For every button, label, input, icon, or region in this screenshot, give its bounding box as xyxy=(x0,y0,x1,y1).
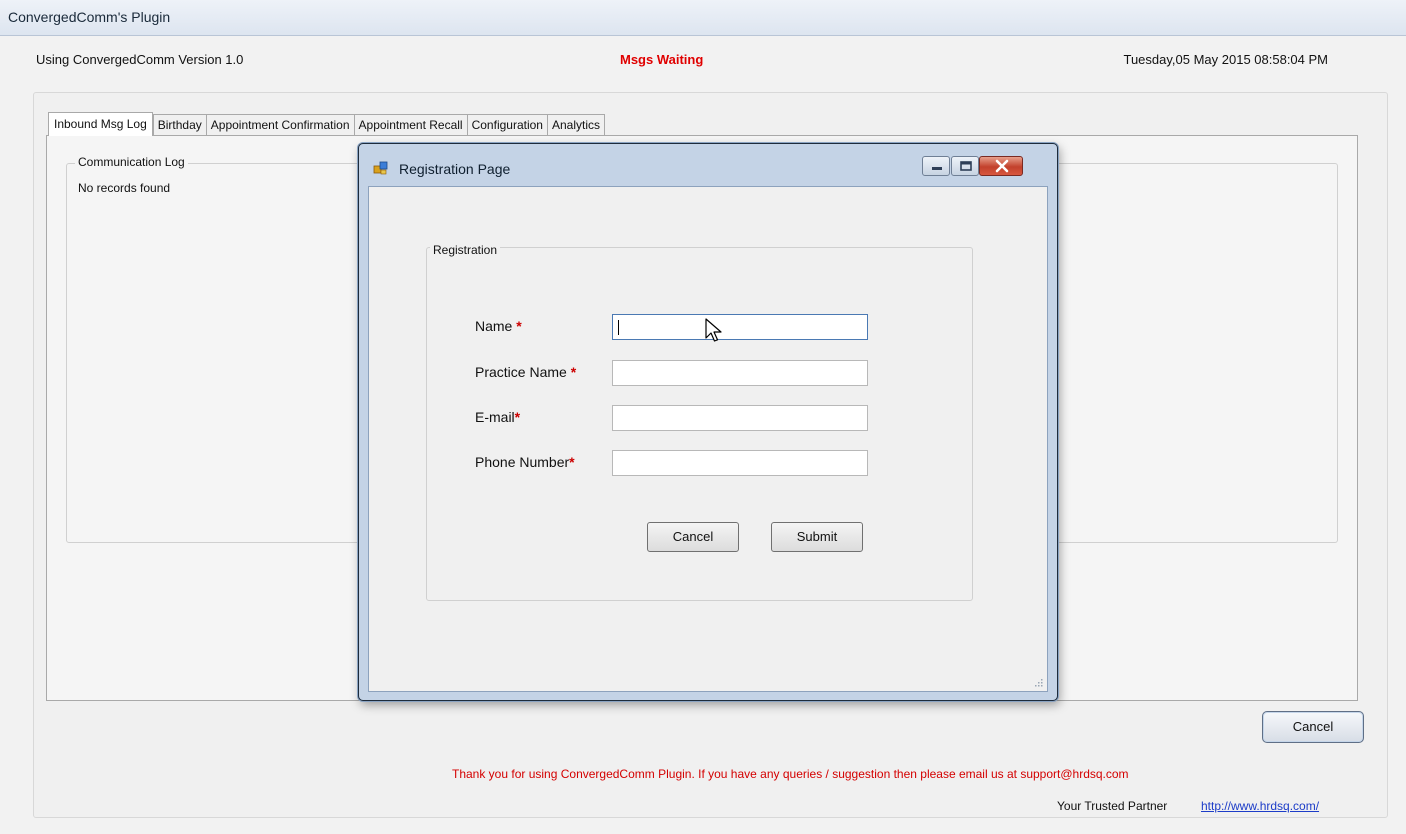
resize-grip-icon[interactable] xyxy=(1033,677,1043,687)
registration-dialog: Registration Page Registration Name * Pr… xyxy=(358,143,1058,701)
tab-appointment-confirmation[interactable]: Appointment Confirmation xyxy=(205,114,354,136)
email-label: E-mail* xyxy=(475,409,520,425)
dialog-cancel-button[interactable]: Cancel xyxy=(647,522,739,552)
hrdsq-link[interactable]: http://www.hrdsq.com/ xyxy=(1201,799,1319,813)
no-records-text: No records found xyxy=(78,181,171,195)
email-label-text: E-mail xyxy=(475,409,515,425)
phone-number-label: Phone Number* xyxy=(475,454,575,470)
registration-group-title: Registration xyxy=(430,243,501,257)
tab-configuration[interactable]: Configuration xyxy=(466,114,547,136)
required-marker: * xyxy=(570,364,577,380)
app-icon xyxy=(373,161,388,175)
required-marker: * xyxy=(514,409,521,425)
tab-inbound-msg-log[interactable]: Inbound Msg Log xyxy=(48,112,153,136)
practice-name-label-text: Practice Name xyxy=(475,364,567,380)
app-titlebar: ConvergedComm's Plugin xyxy=(0,0,1406,36)
close-button[interactable] xyxy=(979,156,1023,176)
text-caret xyxy=(618,320,619,335)
msgs-waiting-status: Msgs Waiting xyxy=(620,52,704,67)
minimize-button[interactable] xyxy=(922,156,950,176)
communication-log-title: Communication Log xyxy=(75,155,188,169)
version-label: Using ConvergedComm Version 1.0 xyxy=(36,52,244,67)
required-marker: * xyxy=(516,318,522,334)
dialog-submit-button[interactable]: Submit xyxy=(771,522,863,552)
phone-number-label-text: Phone Number xyxy=(475,454,570,470)
tab-birthday[interactable]: Birthday xyxy=(152,114,206,136)
phone-number-input[interactable] xyxy=(612,450,868,476)
tab-strip: Inbound Msg Log Birthday Appointment Con… xyxy=(48,112,606,136)
required-marker: * xyxy=(569,454,575,470)
name-label: Name * xyxy=(475,318,522,334)
practice-name-input[interactable] xyxy=(612,360,868,386)
minimize-icon xyxy=(932,167,942,170)
close-icon xyxy=(995,159,1009,173)
email-input[interactable] xyxy=(612,405,868,431)
dialog-title: Registration Page xyxy=(399,161,511,177)
registration-group: Registration Name * Practice Name * E-ma… xyxy=(426,243,973,601)
tab-appointment-recall[interactable]: Appointment Recall xyxy=(353,114,467,136)
thanks-message: Thank you for using ConvergedComm Plugin… xyxy=(452,767,1129,781)
dialog-client-area: Registration Name * Practice Name * E-ma… xyxy=(368,186,1048,692)
app-title: ConvergedComm's Plugin xyxy=(8,9,171,25)
mouse-pointer-icon xyxy=(705,318,722,342)
practice-name-label: Practice Name * xyxy=(475,364,576,380)
name-label-text: Name xyxy=(475,318,513,334)
datetime-label: Tuesday,05 May 2015 08:58:04 PM xyxy=(1123,52,1328,67)
name-input[interactable] xyxy=(612,314,868,340)
main-cancel-button[interactable]: Cancel xyxy=(1262,711,1364,743)
maximize-icon xyxy=(960,161,972,171)
trusted-partner-label: Your Trusted Partner xyxy=(1057,799,1168,813)
tab-analytics[interactable]: Analytics xyxy=(546,114,606,136)
maximize-button[interactable] xyxy=(951,156,979,176)
